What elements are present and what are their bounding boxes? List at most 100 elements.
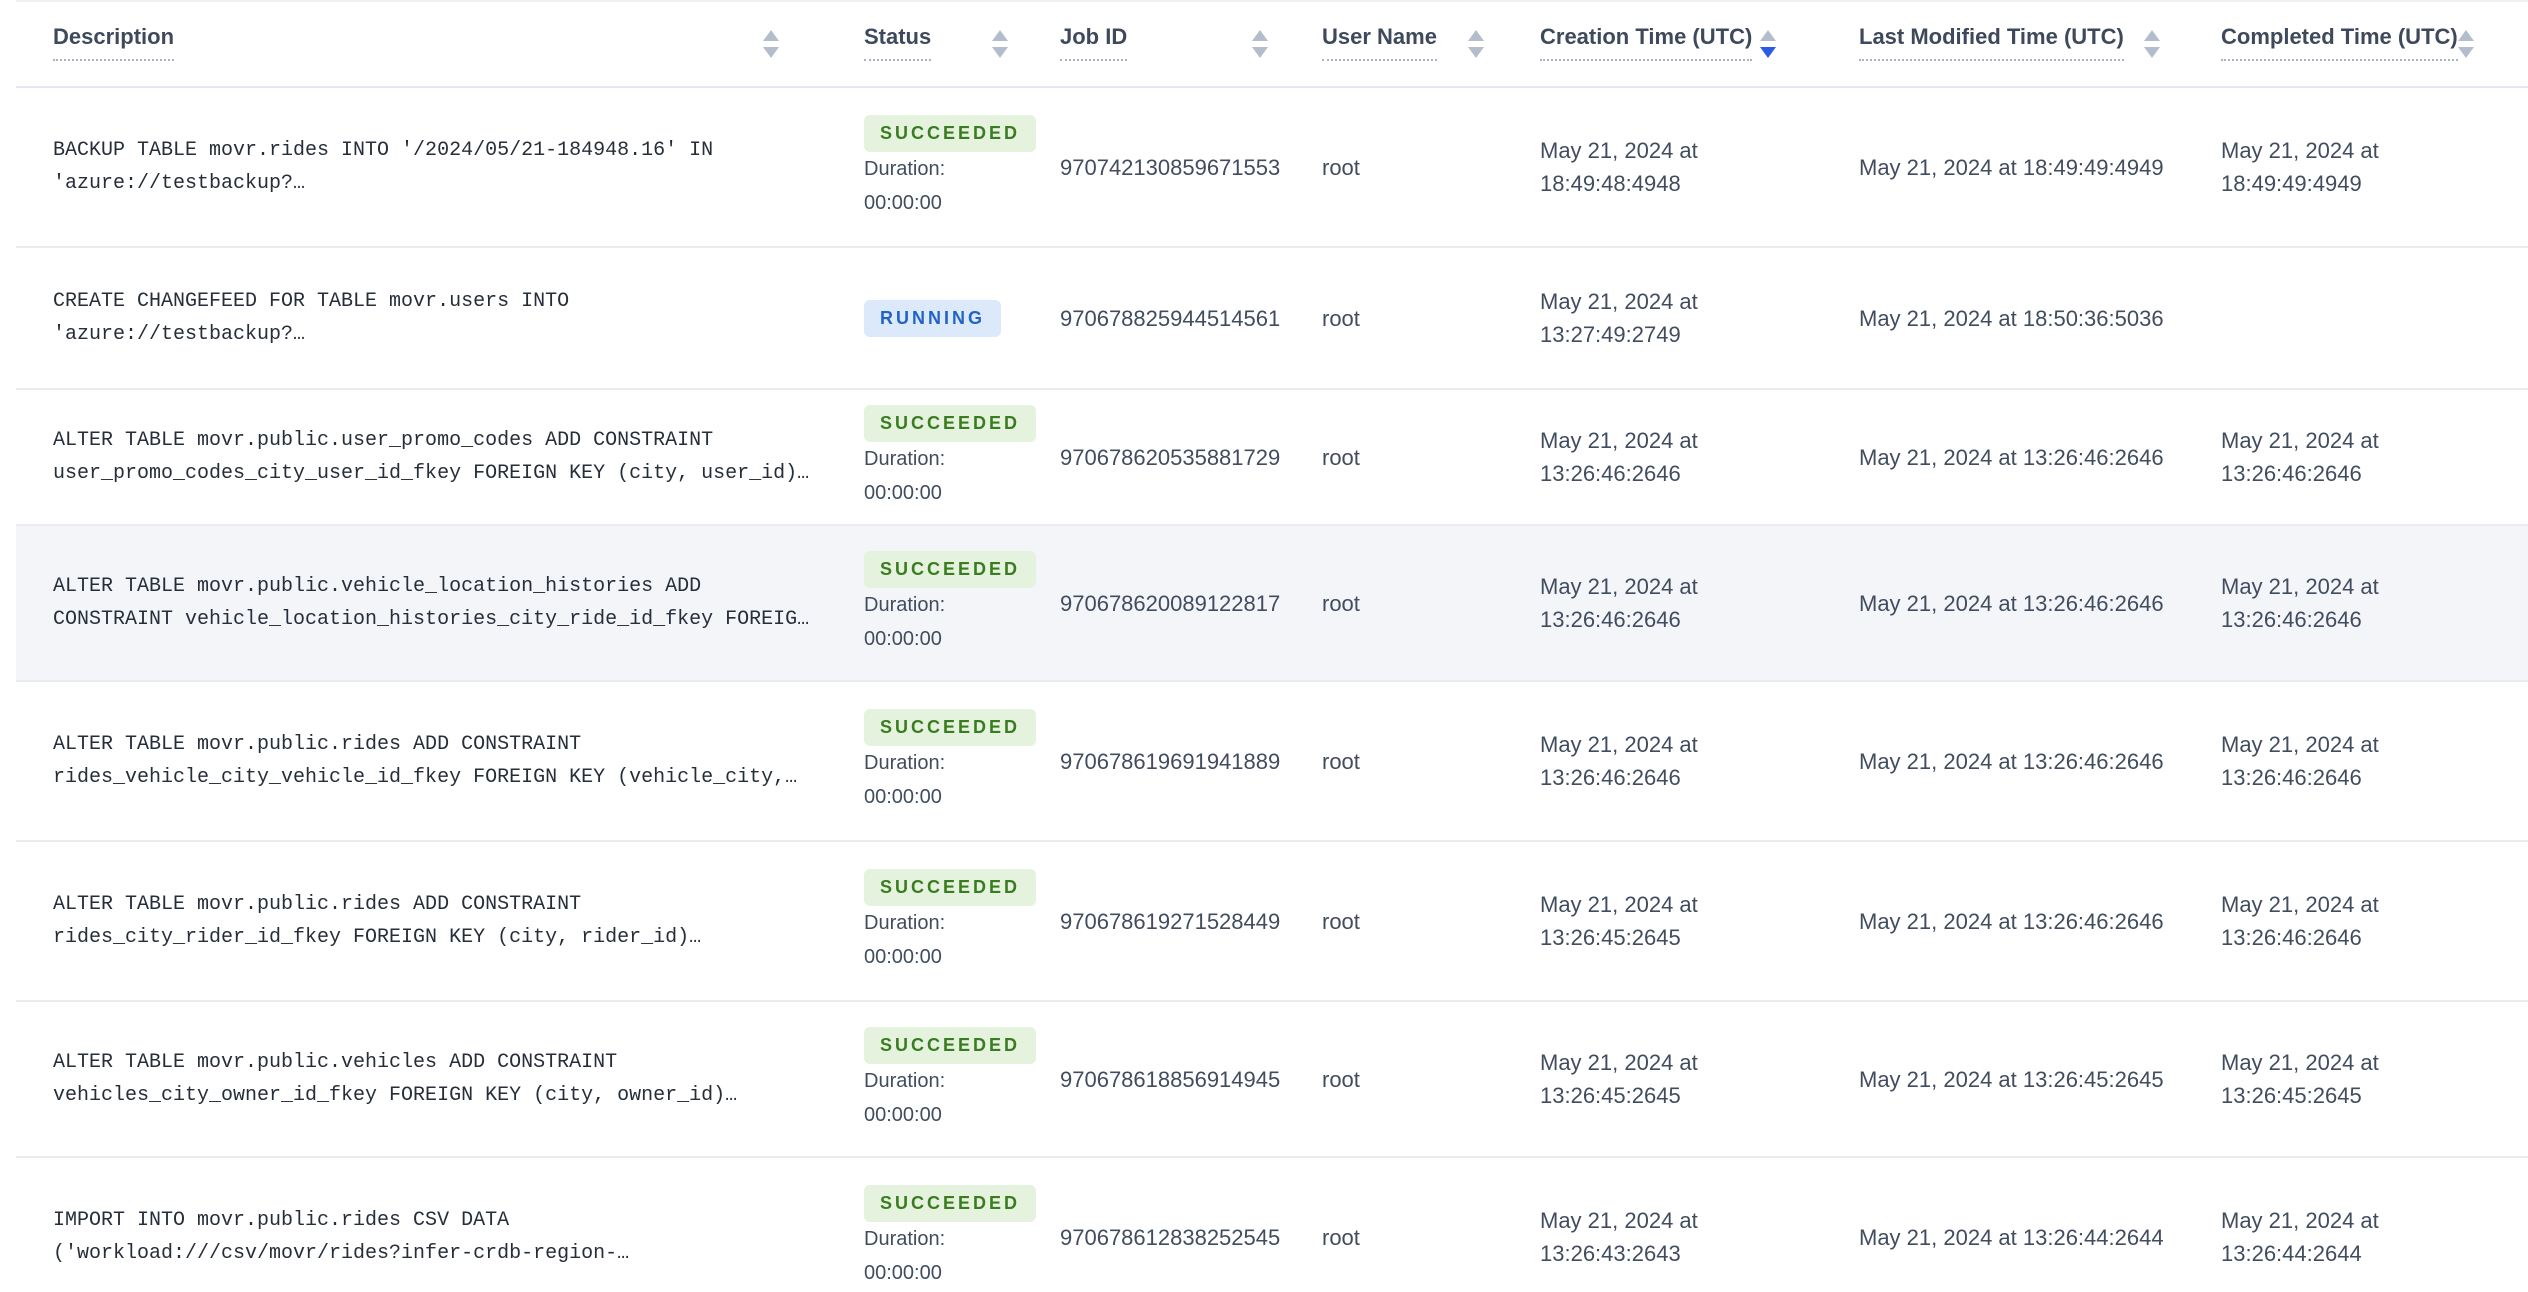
- job-id: 970678825944514561: [1060, 305, 1281, 331]
- job-description-link[interactable]: CREATE CHANGEFEED FOR TABLE movr.users I…: [53, 285, 823, 351]
- sort-arrows-icon[interactable]: [1252, 30, 1268, 58]
- job-id-cell: 970678612838252545: [1052, 1158, 1312, 1292]
- completed-time: May 21, 2024 at 13:26:46:2646: [2221, 428, 2379, 486]
- last-modified-time: May 21, 2024 at 13:26:46:2646: [1859, 590, 2164, 616]
- last-modified-time-cell: May 21, 2024 at 13:26:46:2646: [1850, 842, 2214, 1000]
- table-row: ALTER TABLE movr.public.vehicle_location…: [16, 526, 2528, 682]
- status-cell: SUCCEEDED Duration: 00:00:00: [854, 842, 1052, 1000]
- completed-time: May 21, 2024 at 13:26:46:2646: [2221, 732, 2379, 790]
- creation-time-cell: May 21, 2024 at 13:26:43:2643: [1528, 1158, 1850, 1292]
- duration-value: 00:00:00: [864, 191, 942, 214]
- table-row: ALTER TABLE movr.public.user_promo_codes…: [16, 390, 2528, 526]
- last-modified-time: May 21, 2024 at 13:26:44:2644: [1859, 1224, 2164, 1250]
- user-name-cell: root: [1312, 1002, 1528, 1156]
- duration-value: 00:00:00: [864, 1103, 942, 1126]
- creation-time-cell: May 21, 2024 at 18:49:48:4948: [1528, 88, 1850, 246]
- creation-time-cell: May 21, 2024 at 13:26:46:2646: [1528, 390, 1850, 524]
- status-badge: SUCCEEDED: [864, 708, 1037, 746]
- job-description-link[interactable]: ALTER TABLE movr.public.rides ADD CONSTR…: [53, 888, 823, 954]
- last-modified-time: May 21, 2024 at 13:26:46:2646: [1859, 444, 2164, 470]
- duration-value: 00:00:00: [864, 481, 942, 504]
- table-row: IMPORT INTO movr.public.rides CSV DATA (…: [16, 1158, 2528, 1292]
- jobs-table: Description Status Job ID User Name Crea…: [16, 0, 2528, 1292]
- description-cell: CREATE CHANGEFEED FOR TABLE movr.users I…: [16, 248, 854, 388]
- column-header-user-name[interactable]: User Name: [1312, 2, 1528, 86]
- duration-label: Duration:: [864, 751, 946, 774]
- job-id: 970678620535881729: [1060, 444, 1281, 470]
- creation-time: May 21, 2024 at 13:27:49:2749: [1540, 289, 1698, 347]
- sort-arrows-icon[interactable]: [2457, 30, 2474, 58]
- sort-arrows-icon[interactable]: [1760, 30, 1776, 58]
- creation-time-cell: May 21, 2024 at 13:26:46:2646: [1528, 526, 1850, 680]
- completed-time: May 21, 2024 at 13:26:45:2645: [2221, 1050, 2379, 1108]
- user-name: root: [1322, 154, 1360, 180]
- column-header-job-id[interactable]: Job ID: [1052, 2, 1312, 86]
- job-description-link[interactable]: BACKUP TABLE movr.rides INTO '/2024/05/2…: [53, 134, 823, 200]
- user-name-cell: root: [1312, 88, 1528, 246]
- creation-time: May 21, 2024 at 13:26:46:2646: [1540, 428, 1698, 486]
- column-header-status[interactable]: Status: [854, 2, 1052, 86]
- job-description-link[interactable]: IMPORT INTO movr.public.rides CSV DATA (…: [53, 1204, 823, 1270]
- completed-time-cell: [2214, 248, 2528, 388]
- status-cell: SUCCEEDED Duration: 00:00:00: [854, 390, 1052, 524]
- duration-label: Duration:: [864, 1069, 946, 1092]
- last-modified-time-cell: May 21, 2024 at 13:26:46:2646: [1850, 526, 2214, 680]
- sort-arrows-icon[interactable]: [763, 30, 779, 58]
- sort-arrows-icon[interactable]: [1468, 30, 1484, 58]
- description-cell: ALTER TABLE movr.public.rides ADD CONSTR…: [16, 682, 854, 840]
- table-row: ALTER TABLE movr.public.rides ADD CONSTR…: [16, 682, 2528, 842]
- description-cell: ALTER TABLE movr.public.rides ADD CONSTR…: [16, 842, 854, 1000]
- column-header-label: Completed Time (UTC): [2221, 24, 2458, 61]
- user-name-cell: root: [1312, 248, 1528, 388]
- job-id: 970678612838252545: [1060, 1224, 1281, 1250]
- job-id-cell: 970678620535881729: [1052, 390, 1312, 524]
- description-cell: IMPORT INTO movr.public.rides CSV DATA (…: [16, 1158, 854, 1292]
- user-name-cell: root: [1312, 390, 1528, 524]
- user-name: root: [1322, 1224, 1360, 1250]
- duration-label: Duration:: [864, 447, 946, 470]
- completed-time-cell: May 21, 2024 at 13:26:44:2644: [2214, 1158, 2528, 1292]
- job-id: 970678619691941889: [1060, 748, 1281, 774]
- completed-time-cell: May 21, 2024 at 13:26:46:2646: [2214, 682, 2528, 840]
- duration-label: Duration:: [864, 911, 946, 934]
- duration-value: 00:00:00: [864, 785, 942, 808]
- creation-time: May 21, 2024 at 13:26:45:2645: [1540, 1050, 1698, 1108]
- last-modified-time-cell: May 21, 2024 at 13:26:46:2646: [1850, 682, 2214, 840]
- last-modified-time: May 21, 2024 at 13:26:45:2645: [1859, 1066, 2164, 1092]
- description-cell: BACKUP TABLE movr.rides INTO '/2024/05/2…: [16, 88, 854, 246]
- last-modified-time: May 21, 2024 at 13:26:46:2646: [1859, 908, 2164, 934]
- job-description-link[interactable]: ALTER TABLE movr.public.vehicle_location…: [53, 570, 823, 636]
- status-badge: SUCCEEDED: [864, 868, 1037, 906]
- user-name: root: [1322, 748, 1360, 774]
- column-header-completed-time[interactable]: Completed Time (UTC): [2214, 2, 2528, 86]
- job-id-cell: 970678825944514561: [1052, 248, 1312, 388]
- status-cell: SUCCEEDED Duration: 00:00:00: [854, 526, 1052, 680]
- column-header-last-modified-time[interactable]: Last Modified Time (UTC): [1850, 2, 2214, 86]
- job-description-link[interactable]: ALTER TABLE movr.public.rides ADD CONSTR…: [53, 728, 823, 794]
- status-badge: SUCCEEDED: [864, 114, 1037, 152]
- job-id: 970678620089122817: [1060, 590, 1281, 616]
- sort-arrows-icon[interactable]: [992, 30, 1008, 58]
- table-row: ALTER TABLE movr.public.rides ADD CONSTR…: [16, 842, 2528, 1002]
- duration-value: 00:00:00: [864, 1261, 942, 1284]
- sort-arrows-icon[interactable]: [2144, 30, 2160, 58]
- table-row: CREATE CHANGEFEED FOR TABLE movr.users I…: [16, 248, 2528, 390]
- column-header-label: Status: [864, 24, 932, 61]
- user-name-cell: root: [1312, 1158, 1528, 1292]
- status-cell: RUNNING: [854, 248, 1052, 388]
- job-description-link[interactable]: ALTER TABLE movr.public.user_promo_codes…: [53, 424, 823, 490]
- description-cell: ALTER TABLE movr.public.user_promo_codes…: [16, 390, 854, 524]
- status-cell: SUCCEEDED Duration: 00:00:00: [854, 1002, 1052, 1156]
- status-cell: SUCCEEDED Duration: 00:00:00: [854, 88, 1052, 246]
- last-modified-time-cell: May 21, 2024 at 13:26:45:2645: [1850, 1002, 2214, 1156]
- table-row: ALTER TABLE movr.public.vehicles ADD CON…: [16, 1002, 2528, 1158]
- column-header-creation-time[interactable]: Creation Time (UTC): [1528, 2, 1850, 86]
- job-description-link[interactable]: ALTER TABLE movr.public.vehicles ADD CON…: [53, 1046, 823, 1112]
- status-badge: SUCCEEDED: [864, 550, 1037, 588]
- status-badge: SUCCEEDED: [864, 1026, 1037, 1064]
- user-name-cell: root: [1312, 842, 1528, 1000]
- column-header-label: User Name: [1322, 24, 1437, 61]
- column-header-description[interactable]: Description: [16, 2, 854, 86]
- table-header-row: Description Status Job ID User Name Crea…: [16, 2, 2528, 88]
- creation-time: May 21, 2024 at 18:49:48:4948: [1540, 138, 1698, 196]
